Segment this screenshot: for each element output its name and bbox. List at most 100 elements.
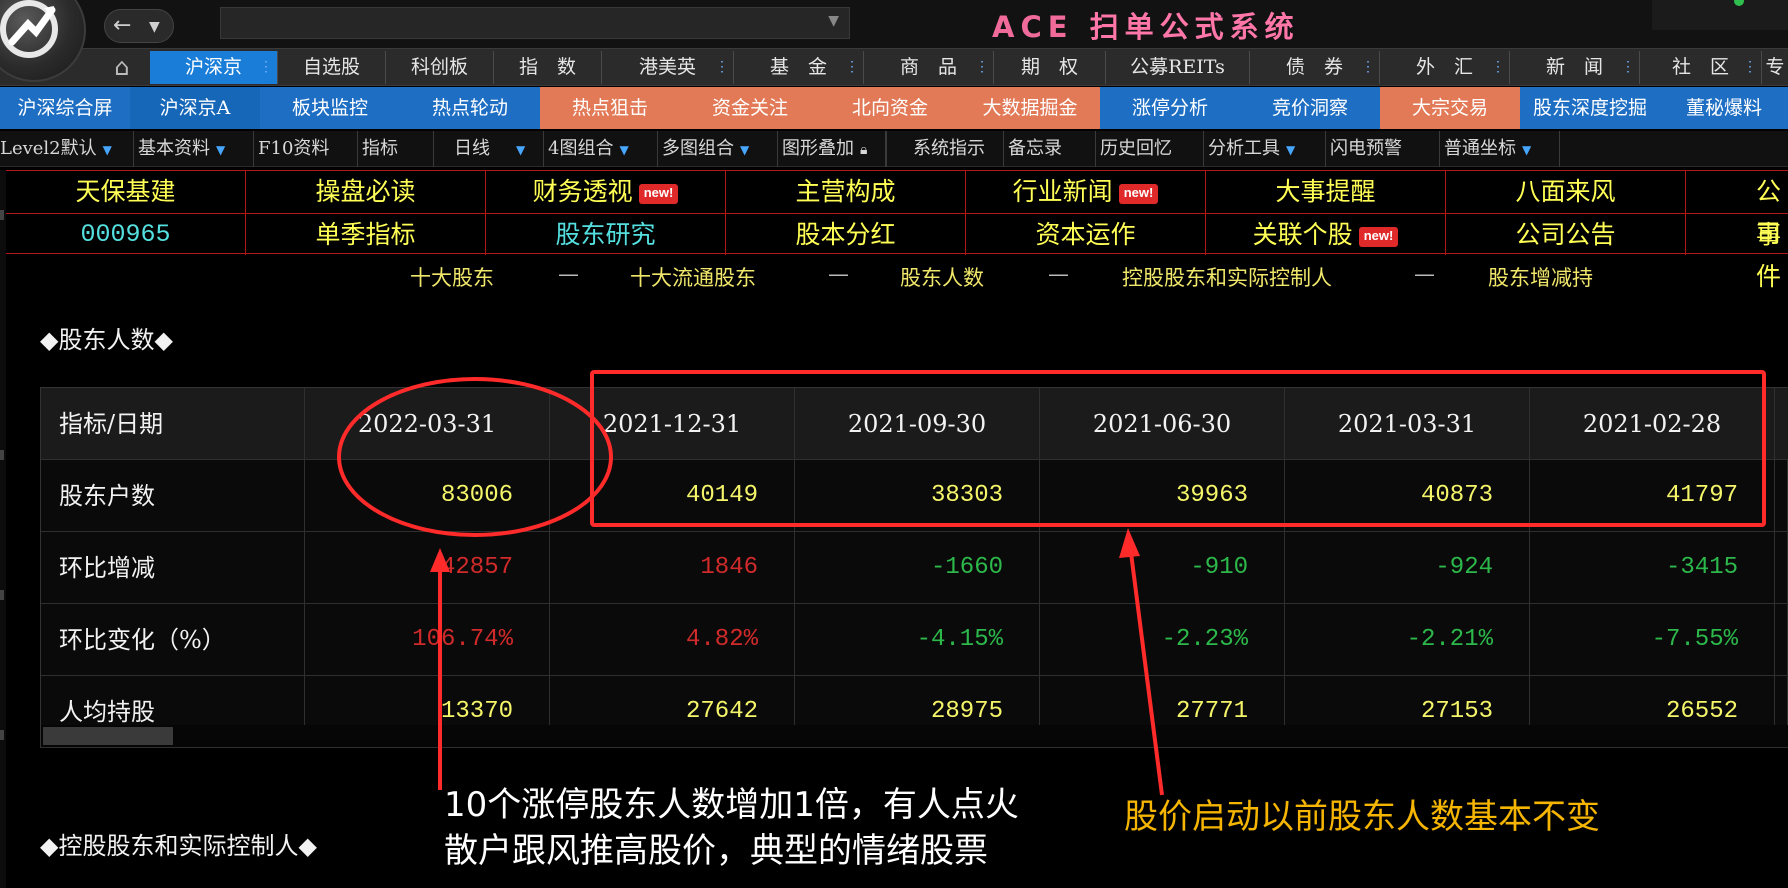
tool-flash-alert[interactable]: 闪电预警 <box>1326 131 1440 167</box>
tool-history[interactable]: 历史回忆 <box>1096 131 1204 167</box>
tool-4-chart-combo[interactable]: 4图组合 ▼ <box>544 131 658 167</box>
nav-more[interactable]: 专 <box>1762 51 1788 84</box>
sub-capital-focus[interactable]: 资金关注 <box>680 87 820 129</box>
f10-tab-events[interactable]: 事件 <box>1686 213 1788 291</box>
dropdown-arrow-icon: ▼ <box>1522 143 1532 157</box>
tool-basic-info[interactable]: 基本资料 ▼ <box>134 131 254 167</box>
f10-label: 单季指标 <box>315 220 416 249</box>
nav-bonds[interactable]: 债 券 ⋮ <box>1250 51 1380 84</box>
f10-tab-must-read[interactable]: 操盘必读 <box>246 171 486 213</box>
chevron-down-icon[interactable]: ▼ <box>828 13 839 29</box>
f10-tab-announcements[interactable]: 公司公告 <box>1446 213 1686 255</box>
sub-auction-insight[interactable]: 竞价洞察 <box>1240 87 1380 129</box>
sub-limit-up-analysis[interactable]: 涨停分析 <box>1100 87 1240 129</box>
sub-hsj-a[interactable]: 沪深京A <box>130 87 260 129</box>
sub-label: 大宗交易 <box>1411 97 1488 119</box>
nav-options[interactable]: 期 权 <box>994 51 1106 84</box>
f10-tab-all-sides[interactable]: 八面来风 <box>1446 171 1686 213</box>
tool-level2-default[interactable]: Level2默认 ▼ <box>0 131 134 167</box>
f10-tab-shareholder-research[interactable]: 股东研究 <box>486 213 726 255</box>
sub-northbound[interactable]: 北向资金 <box>820 87 960 129</box>
window-controls <box>1652 0 1788 30</box>
f10-tab-dividend[interactable]: 股本分红 <box>726 213 966 255</box>
sub-holder-mining[interactable]: 股东深度挖掘 <box>1520 87 1660 129</box>
sub-bigdata[interactable]: 大数据掘金 <box>960 87 1100 129</box>
table-row: 环比变化（%） 106.74% 4.82% -4.15% -2.23% -2.21% -7.… <box>41 604 1788 676</box>
table-cell: -910 <box>1040 532 1285 604</box>
nav-forex[interactable]: 外 汇 ⋮ <box>1380 51 1510 84</box>
nav-index[interactable]: 指 数 <box>494 51 602 84</box>
tool-multi-chart[interactable]: 多图组合 ▼ <box>658 131 778 167</box>
table-cell: 4.82% <box>550 604 795 676</box>
nav-label: 科创板 <box>410 56 468 78</box>
nav-commodity[interactable]: 商 品 ⋮ <box>864 51 994 84</box>
sub-composite-screen[interactable]: 沪深综合屏 <box>0 87 130 129</box>
nav-news[interactable]: 新 闻 ⋮ <box>1510 51 1640 84</box>
tab-holder-count[interactable]: 股东人数 <box>900 262 984 292</box>
tool-f10[interactable]: F10资料 <box>254 131 358 167</box>
header-label: 指标/日期 <box>41 388 305 460</box>
command-input[interactable]: ▼ <box>220 7 850 39</box>
nav-reits[interactable]: 公募REITs <box>1106 51 1250 84</box>
nav-fund[interactable]: 基 金 ⋮ <box>734 51 864 84</box>
sub-secretary-news[interactable]: 董秘爆料 <box>1660 87 1788 129</box>
horizontal-scrollbar[interactable] <box>41 725 1788 747</box>
tool-label: 闪电预警 <box>1330 138 1402 159</box>
tool-overlay[interactable]: 图形叠加 🔒︎ <box>778 131 886 167</box>
dropdown-arrow-icon: ▼ <box>619 143 629 157</box>
sub-label: 北向资金 <box>851 97 928 119</box>
nav-star-market[interactable]: 科创板 <box>386 51 494 84</box>
tab-top10-holders[interactable]: 十大股东 <box>410 262 494 292</box>
sub-hotspot-rotation[interactable]: 热点轮动 <box>400 87 540 129</box>
f10-label: 关联个股 <box>1252 220 1353 249</box>
nav-watchlist[interactable]: 自选股 <box>278 51 386 84</box>
annotation-left-line1: 10个涨停股东人数增加1倍，有人点火 <box>444 785 1019 825</box>
tool-indicator[interactable]: 指标 <box>358 131 434 167</box>
chart-toolbar: Level2默认 ▼ 基本资料 ▼ F10资料 指标 日线 ▼ 4图组合 ▼ 多图组合 ▼… <box>0 131 1788 167</box>
stock-name: 天保基建 <box>6 171 246 213</box>
tool-daily[interactable]: 日线 ▼ <box>434 131 544 167</box>
sub-sector-monitor[interactable]: 板块监控 <box>260 87 400 129</box>
more-icon: ⋮ <box>1491 59 1505 75</box>
column-date: 2021-02-28 <box>1530 388 1775 460</box>
tool-coordinate[interactable]: 普通坐标 ▼ <box>1440 131 1560 167</box>
f10-tab-related-stocks[interactable]: 关联个股 new! <box>1206 213 1446 255</box>
tab-separator: — <box>1414 262 1435 286</box>
f10-tab-capital-ops[interactable]: 资本运作 <box>966 213 1206 255</box>
nav-hk-us-uk[interactable]: 港美英 ⋮ <box>602 51 734 84</box>
tab-holding-changes[interactable]: 股东增减持 <box>1488 262 1593 292</box>
tool-label: 指标 <box>362 138 398 159</box>
tab-separator: — <box>828 262 849 286</box>
f10-tab-industry-news[interactable]: 行业新闻 new! <box>966 171 1206 213</box>
holder-count-table: 指标/日期 2022-03-31 2021-12-31 2021-09-30 2… <box>40 387 1788 748</box>
back-button[interactable]: ← ▼ <box>104 9 174 43</box>
f10-label: 股东研究 <box>555 220 656 249</box>
table-header-row: 指标/日期 2022-03-31 2021-12-31 2021-09-30 2… <box>41 388 1788 460</box>
f10-tab-quarterly[interactable]: 单季指标 <box>246 213 486 255</box>
f10-tab-business[interactable]: 主营构成 <box>726 171 966 213</box>
home-icon[interactable]: ⌂ <box>104 53 140 83</box>
f10-tab-financials[interactable]: 财务透视 new! <box>486 171 726 213</box>
sub-label: 沪深京A <box>159 97 231 119</box>
sub-block-trade[interactable]: 大宗交易 <box>1380 87 1520 129</box>
nav-community[interactable]: 社 区 ⋮ <box>1640 51 1762 84</box>
f10-label: 大事提醒 <box>1275 177 1376 206</box>
nav-hsj[interactable]: 沪深京 ⋮ <box>150 51 278 84</box>
tab-controlling-holder[interactable]: 控股股东和实际控制人 <box>1122 262 1332 292</box>
section-heading-controlling: ◆控股股东和实际控制人◆ <box>40 832 317 860</box>
app-title: ACE 扫单公式系统 <box>992 4 1300 46</box>
table-row: 股东户数 83006 40149 38303 39963 40873 41797 <box>41 460 1788 532</box>
tool-analysis[interactable]: 分析工具 ▼ <box>1204 131 1326 167</box>
tab-top10-float-holders[interactable]: 十大流通股东 <box>630 262 756 292</box>
scrollbar-thumb[interactable] <box>43 727 173 745</box>
table-cell: 41797 <box>1530 460 1775 532</box>
tool-system-indicator[interactable]: 系统指示 <box>886 131 1004 167</box>
sub-hotspot-snipe[interactable]: 热点狙击 <box>540 87 680 129</box>
f10-tab-company[interactable]: 公司 <box>1686 171 1788 248</box>
annotation-right: 股价启动以前股东人数基本不变 <box>1124 797 1600 837</box>
f10-tab-events-reminder[interactable]: 大事提醒 <box>1206 171 1446 213</box>
table-cell: -2.23% <box>1040 604 1285 676</box>
table-row: 环比增减 42857 1846 -1660 -910 -924 -3415 <box>41 532 1788 604</box>
tool-memo[interactable]: 备忘录 <box>1004 131 1096 167</box>
dropdown-arrow-icon: ▼ <box>516 143 526 157</box>
